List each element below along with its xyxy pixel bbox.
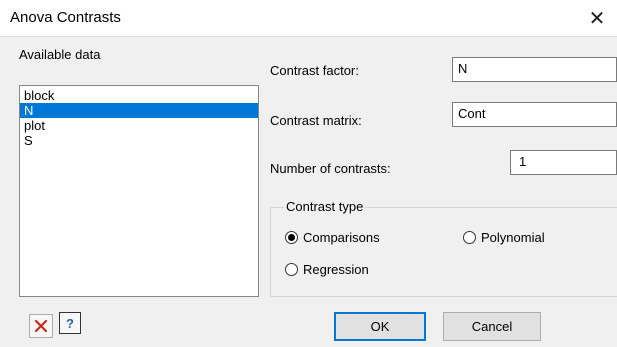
contrast-factor-label: Contrast factor: <box>270 63 359 78</box>
number-of-contrasts-field[interactable]: 1 <box>510 150 617 175</box>
radio-polynomial[interactable]: Polynomial <box>463 230 545 245</box>
contrast-matrix-label: Contrast matrix: <box>270 113 362 128</box>
radio-comparisons-label: Comparisons <box>303 230 380 245</box>
title-bar: Anova Contrasts ✕ <box>0 0 617 37</box>
close-button[interactable]: ✕ <box>577 0 617 36</box>
list-item[interactable]: plot <box>20 118 258 133</box>
clear-button[interactable] <box>29 314 53 338</box>
radio-unchecked-icon <box>285 263 298 276</box>
cancel-button[interactable]: Cancel <box>443 312 541 341</box>
contrast-factor-field[interactable]: N <box>452 57 617 82</box>
help-button[interactable]: ? <box>59 312 81 334</box>
radio-checked-icon <box>285 231 298 244</box>
radio-comparisons[interactable]: Comparisons <box>285 230 380 245</box>
number-of-contrasts-label: Number of contrasts: <box>270 161 391 176</box>
available-data-list[interactable]: block N plot S <box>19 85 259 297</box>
radio-regression-label: Regression <box>303 262 369 277</box>
contrast-type-label: Contrast type <box>284 199 366 214</box>
contrast-matrix-field[interactable]: Cont <box>452 102 617 127</box>
list-item[interactable]: S <box>20 133 258 148</box>
help-icon: ? <box>66 315 74 331</box>
radio-regression[interactable]: Regression <box>285 262 369 277</box>
window-title: Anova Contrasts <box>10 9 121 26</box>
radio-polynomial-label: Polynomial <box>481 230 545 245</box>
available-data-label: Available data <box>19 47 101 62</box>
radio-unchecked-icon <box>463 231 476 244</box>
list-item[interactable]: block <box>20 88 258 103</box>
close-icon: ✕ <box>588 7 606 30</box>
contrast-type-group <box>270 207 617 297</box>
x-icon <box>34 319 48 333</box>
list-item[interactable]: N <box>20 103 258 118</box>
ok-button[interactable]: OK <box>334 312 426 341</box>
